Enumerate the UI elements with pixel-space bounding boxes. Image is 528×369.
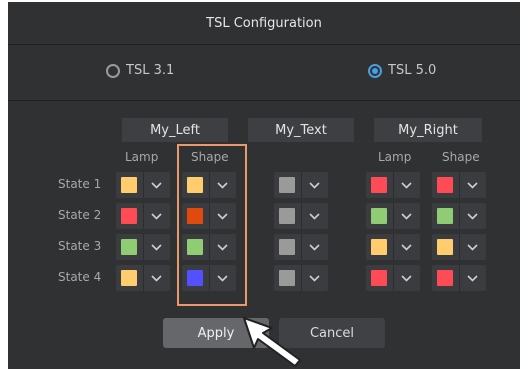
picker-divider xyxy=(459,265,460,291)
color-swatch xyxy=(371,208,387,224)
radio-selected-icon xyxy=(368,63,382,78)
chevron-down-icon[interactable] xyxy=(308,179,321,192)
picker-divider xyxy=(301,203,302,229)
group-header-my-right: My_Right xyxy=(374,118,482,142)
picker-divider xyxy=(143,265,144,291)
radio-tsl-5-0[interactable]: TSL 5.0 xyxy=(368,63,436,78)
color-picker-text-state-2[interactable] xyxy=(274,203,328,229)
color-picker-right-lamp-state-3[interactable] xyxy=(366,234,420,260)
shape-column-highlight xyxy=(177,144,247,306)
color-picker-right-shape-state-4[interactable] xyxy=(432,265,486,291)
color-picker-text-state-1[interactable] xyxy=(274,172,328,198)
picker-divider xyxy=(301,234,302,260)
state-label-2: State 2 xyxy=(58,208,102,222)
color-swatch xyxy=(121,177,137,193)
color-picker-text-state-3[interactable] xyxy=(274,234,328,260)
column-label-right-shape: Shape xyxy=(442,150,480,164)
chevron-down-icon[interactable] xyxy=(308,272,321,285)
chevron-down-icon[interactable] xyxy=(466,179,479,192)
chevron-down-icon[interactable] xyxy=(466,241,479,254)
column-label-left-lamp: Lamp xyxy=(125,150,159,164)
color-picker-right-lamp-state-1[interactable] xyxy=(366,172,420,198)
mouse-pointer-icon xyxy=(243,317,301,367)
color-swatch xyxy=(279,177,295,193)
color-picker-left-lamp-state-3[interactable] xyxy=(116,234,170,260)
picker-divider xyxy=(393,203,394,229)
chevron-down-icon[interactable] xyxy=(308,210,321,223)
chevron-down-icon[interactable] xyxy=(150,210,163,223)
dialog-title: TSL Configuration xyxy=(8,2,520,45)
group-header-my-text: My_Text xyxy=(248,118,354,142)
chevron-down-icon[interactable] xyxy=(400,272,413,285)
picker-divider xyxy=(459,234,460,260)
picker-divider xyxy=(143,234,144,260)
state-label-1: State 1 xyxy=(58,177,102,191)
tsl-configuration-dialog: TSL Configuration TSL 3.1 TSL 5.0 My_Lef… xyxy=(8,2,520,369)
picker-divider xyxy=(393,265,394,291)
chevron-down-icon[interactable] xyxy=(150,272,163,285)
color-picker-right-lamp-state-4[interactable] xyxy=(366,265,420,291)
color-picker-left-lamp-state-4[interactable] xyxy=(116,265,170,291)
color-swatch xyxy=(279,208,295,224)
group-header-my-left: My_Left xyxy=(122,118,228,142)
chevron-down-icon[interactable] xyxy=(150,241,163,254)
chevron-down-icon[interactable] xyxy=(466,272,479,285)
color-picker-right-shape-state-2[interactable] xyxy=(432,203,486,229)
color-swatch xyxy=(437,239,453,255)
color-picker-right-shape-state-3[interactable] xyxy=(432,234,486,260)
color-swatch xyxy=(437,270,453,286)
color-picker-right-shape-state-1[interactable] xyxy=(432,172,486,198)
picker-divider xyxy=(301,265,302,291)
chevron-down-icon[interactable] xyxy=(400,210,413,223)
picker-divider xyxy=(143,172,144,198)
color-swatch xyxy=(437,177,453,193)
picker-divider xyxy=(301,172,302,198)
color-swatch xyxy=(121,239,137,255)
color-swatch xyxy=(371,239,387,255)
color-picker-left-lamp-state-2[interactable] xyxy=(116,203,170,229)
chevron-down-icon[interactable] xyxy=(400,179,413,192)
picker-divider xyxy=(459,203,460,229)
color-swatch xyxy=(437,208,453,224)
color-swatch xyxy=(371,177,387,193)
color-picker-right-lamp-state-2[interactable] xyxy=(366,203,420,229)
color-swatch xyxy=(121,270,137,286)
chevron-down-icon[interactable] xyxy=(466,210,479,223)
color-picker-left-lamp-state-1[interactable] xyxy=(116,172,170,198)
color-swatch xyxy=(279,239,295,255)
picker-divider xyxy=(393,172,394,198)
picker-divider xyxy=(143,203,144,229)
state-label-3: State 3 xyxy=(58,239,102,253)
chevron-down-icon[interactable] xyxy=(150,179,163,192)
radio-label: TSL 5.0 xyxy=(388,63,437,78)
color-picker-text-state-4[interactable] xyxy=(274,265,328,291)
color-swatch xyxy=(121,208,137,224)
radio-label: TSL 3.1 xyxy=(126,63,175,78)
picker-divider xyxy=(393,234,394,260)
column-label-right-lamp: Lamp xyxy=(378,150,412,164)
chevron-down-icon[interactable] xyxy=(400,241,413,254)
picker-divider xyxy=(459,172,460,198)
radio-tsl-3-1[interactable]: TSL 3.1 xyxy=(106,63,174,78)
color-swatch xyxy=(279,270,295,286)
radio-circle-icon xyxy=(106,63,120,78)
color-swatch xyxy=(371,270,387,286)
state-label-4: State 4 xyxy=(58,270,102,284)
tsl-version-selector: TSL 3.1 TSL 5.0 xyxy=(8,45,520,101)
chevron-down-icon[interactable] xyxy=(308,241,321,254)
